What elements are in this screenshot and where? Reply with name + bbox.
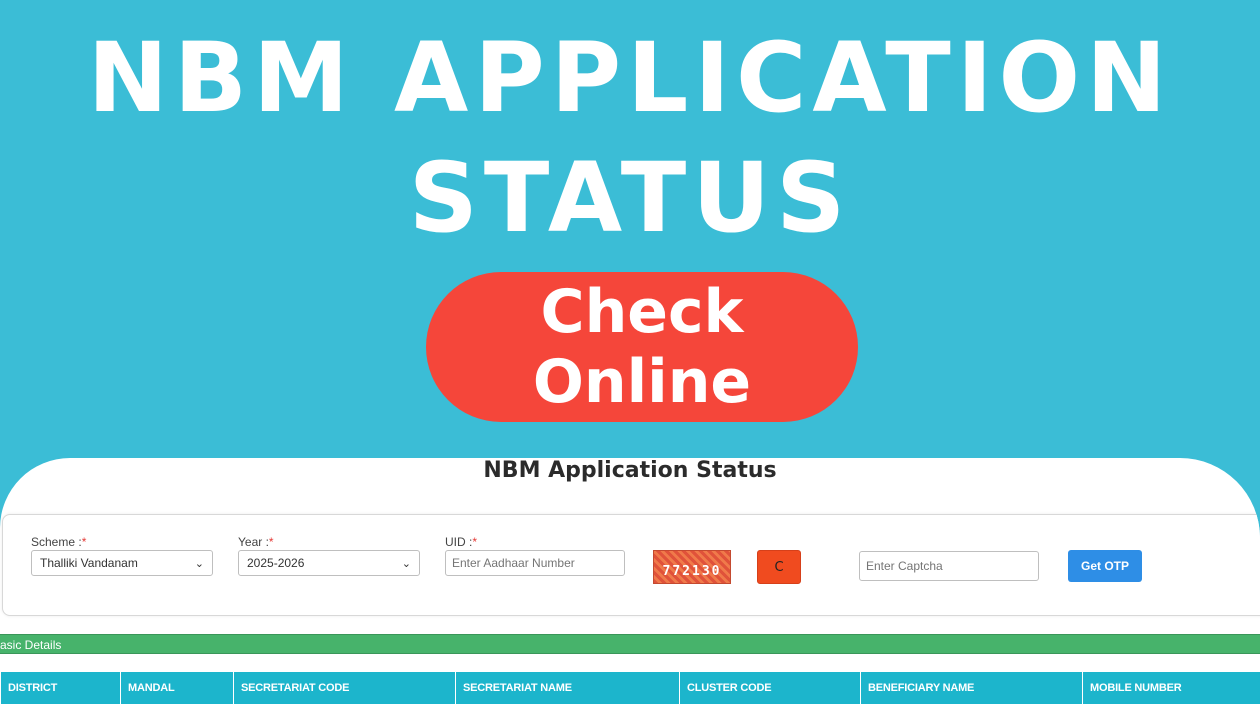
column-header-secretariat-name: SECRETARIAT NAME: [455, 672, 679, 704]
column-header-district: DISTRICT: [0, 672, 120, 704]
application-status-card: NBM Application Status Scheme :* Thallik…: [0, 458, 1260, 720]
chevron-down-icon: ⌄: [194, 557, 204, 570]
scheme-label: Scheme :*: [31, 535, 87, 549]
hero-title-line-1: NBM APPLICATION: [87, 22, 1173, 134]
refresh-icon: C: [774, 559, 784, 575]
column-header-beneficiary-name: BENEFICIARY NAME: [860, 672, 1082, 704]
column-header-mobile-number: MOBILE NUMBER: [1082, 672, 1260, 704]
card-title: NBM Application Status: [483, 458, 777, 483]
captcha-input[interactable]: [859, 551, 1039, 581]
check-online-button[interactable]: Check Online: [426, 272, 858, 422]
chevron-down-icon: ⌄: [401, 557, 411, 570]
details-table-header: DISTRICT MANDAL SECRETARIAT CODE SECRETA…: [0, 672, 1260, 704]
basic-details-section-header: Basic Details: [0, 634, 1260, 654]
aadhaar-number-input[interactable]: [445, 550, 625, 576]
captcha-refresh-button[interactable]: C: [757, 550, 801, 584]
column-header-cluster-code: CLUSTER CODE: [679, 672, 860, 704]
hero-title-line-2: STATUS: [408, 142, 852, 254]
uid-label: UID :*: [445, 535, 478, 549]
year-label: Year :*: [238, 535, 274, 549]
scheme-select[interactable]: Thalliki Vandanam ⌄: [31, 550, 213, 576]
year-select[interactable]: 2025-2026 ⌄: [238, 550, 420, 576]
get-otp-button[interactable]: Get OTP: [1068, 550, 1142, 582]
column-header-mandal: MANDAL: [120, 672, 233, 704]
search-form-panel: Scheme :* Thalliki Vandanam ⌄ Year :* 20…: [2, 514, 1260, 616]
column-header-secretariat-code: SECRETARIAT CODE: [233, 672, 455, 704]
captcha-image: 772130: [653, 550, 731, 584]
